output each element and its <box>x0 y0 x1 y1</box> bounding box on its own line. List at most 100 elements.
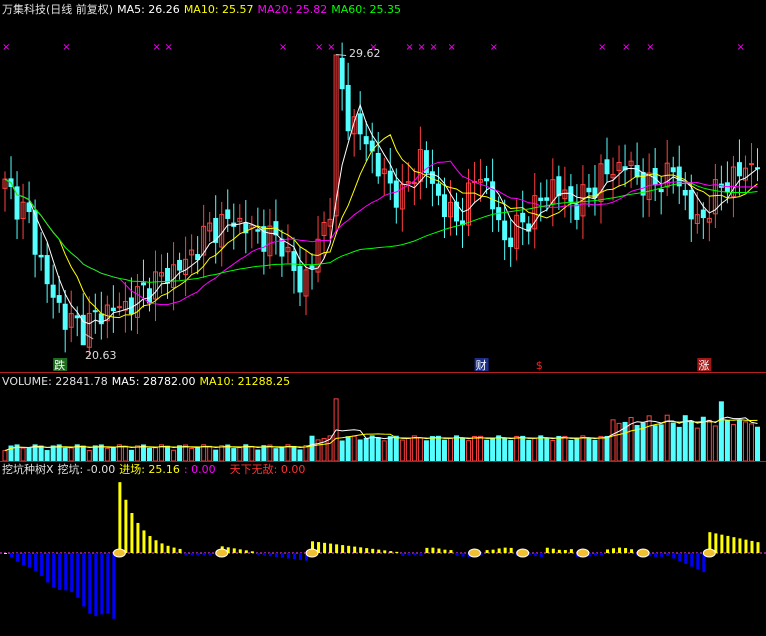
indicator-positive-bar <box>437 548 441 553</box>
volume-bar <box>670 422 676 462</box>
candle-body <box>387 170 393 184</box>
indicator-positive-bar <box>160 543 164 553</box>
candle-body <box>748 163 754 166</box>
indicator-negative-bar <box>202 553 206 556</box>
volume-ma10-label: MA10: 21288.25 <box>199 375 291 388</box>
indicator-positive-bar <box>503 547 507 553</box>
indicator-negative-bar <box>684 553 688 564</box>
volume-bar <box>357 439 363 462</box>
volume-bar <box>550 439 556 462</box>
indicator-positive-bar <box>545 547 549 553</box>
high-price-label: 29.62 <box>349 47 381 60</box>
indicator-negative-bar <box>599 553 603 556</box>
indicator-negative-bar <box>413 553 417 556</box>
indicator-positive-bar <box>443 549 447 553</box>
coin-signal-icon <box>702 548 716 558</box>
indicator-negative-bar <box>672 553 676 559</box>
candle-body <box>345 84 351 132</box>
candle-body <box>279 238 285 257</box>
candle-body <box>682 189 688 196</box>
volume-bar <box>110 447 116 462</box>
volume-bar <box>447 437 453 462</box>
candle-body <box>484 178 490 182</box>
indicator-positive-bar <box>497 548 501 553</box>
volume-bar <box>586 437 592 462</box>
volume-bar <box>195 447 201 462</box>
volume-bar <box>748 423 754 462</box>
volume-bar <box>532 437 538 462</box>
indicator-negative-bar <box>94 553 98 617</box>
indicator-negative-bar <box>196 553 200 556</box>
candle-body <box>700 209 706 219</box>
ma20-label: MA20: 25.82 <box>257 3 328 16</box>
indicator-positive-bar <box>557 549 561 553</box>
indicator-negative-bar <box>593 553 597 556</box>
indicator-negative-bar <box>286 553 290 559</box>
coin-signal-icon <box>576 548 590 558</box>
chart-stage: × × × × × × × × × × × × × × × × × 跌财 $ 涨 万集科技(日线 前复权) MA5: 2… <box>0 0 766 636</box>
indicator-positive-bar <box>509 547 513 553</box>
volume-bar <box>544 437 550 462</box>
volume-bar <box>423 440 429 462</box>
volume-header: VOLUME: 22841.78 MA5: 28782.00 MA10: 21288… <box>2 375 294 389</box>
cross-mark: × <box>405 42 413 53</box>
ma10-label: MA10: 25.57 <box>183 3 254 16</box>
volume-label: VOLUME: 22841.78 <box>2 375 108 388</box>
indicator-negative-bar <box>401 553 405 557</box>
indicator-negative-bar <box>100 553 104 615</box>
volume-bar <box>297 449 303 462</box>
indicator-positive-bar <box>250 551 254 553</box>
indicator-negative-bar <box>16 553 20 562</box>
volume-bar <box>44 450 50 462</box>
stock-title[interactable]: 万集科技(日线 前复权) <box>2 3 113 16</box>
indicator-positive-bar <box>238 549 242 553</box>
volume-bar <box>345 436 351 462</box>
candle-body <box>291 251 297 271</box>
volume-bar <box>604 435 610 462</box>
volume-bar <box>213 449 219 462</box>
candle-body <box>165 268 171 284</box>
cross-mark: × <box>153 42 161 53</box>
volume-bar <box>86 449 92 462</box>
volume-bar <box>435 435 441 462</box>
indicator-positive-bar <box>136 522 140 553</box>
coin-signal-icon <box>516 548 530 558</box>
indicator-negative-bar <box>58 553 62 591</box>
indicator-positive-bar <box>335 544 339 553</box>
volume-bar <box>712 425 718 462</box>
volume-bar <box>688 420 694 462</box>
coin-signal-icon <box>112 548 126 558</box>
candle-body <box>556 176 562 197</box>
volume-bar <box>556 435 562 462</box>
indicator-positive-bar <box>377 549 381 553</box>
coin-signal-icon <box>305 548 319 558</box>
volume-bar <box>514 435 520 462</box>
jinchang-label: 进场: 25.16 <box>119 463 180 476</box>
candle-body <box>255 229 261 232</box>
indicator-positive-bar <box>383 550 387 553</box>
indicator-negative-bar <box>208 553 212 556</box>
indicator-positive-bar <box>449 550 453 553</box>
candle-body <box>339 57 345 90</box>
indicator-negative-bar <box>22 553 26 566</box>
volume-bar <box>171 449 177 462</box>
indicator-positive-bar <box>569 549 573 553</box>
event-marker: 跌 <box>54 358 65 372</box>
cross-mark: × <box>315 42 323 53</box>
volume-bar <box>526 439 532 462</box>
indicator-negative-bar <box>88 553 92 614</box>
indicator-positive-bar <box>485 550 489 553</box>
coin-signal-icon <box>468 548 482 558</box>
indicator-positive-bar <box>323 542 327 553</box>
low-price-label: 20.63 <box>85 349 117 362</box>
volume-bar <box>429 436 435 462</box>
candle-body <box>357 113 363 135</box>
volume-bar <box>736 419 742 462</box>
volume-bar <box>652 425 658 462</box>
indicator-negative-bar <box>268 553 272 557</box>
volume-bar <box>454 435 459 462</box>
indicator-negative-bar <box>539 553 543 557</box>
indicator-name[interactable]: 挖坑种树X <box>2 463 54 476</box>
volume-bar <box>755 426 760 462</box>
candle-body <box>309 265 315 269</box>
